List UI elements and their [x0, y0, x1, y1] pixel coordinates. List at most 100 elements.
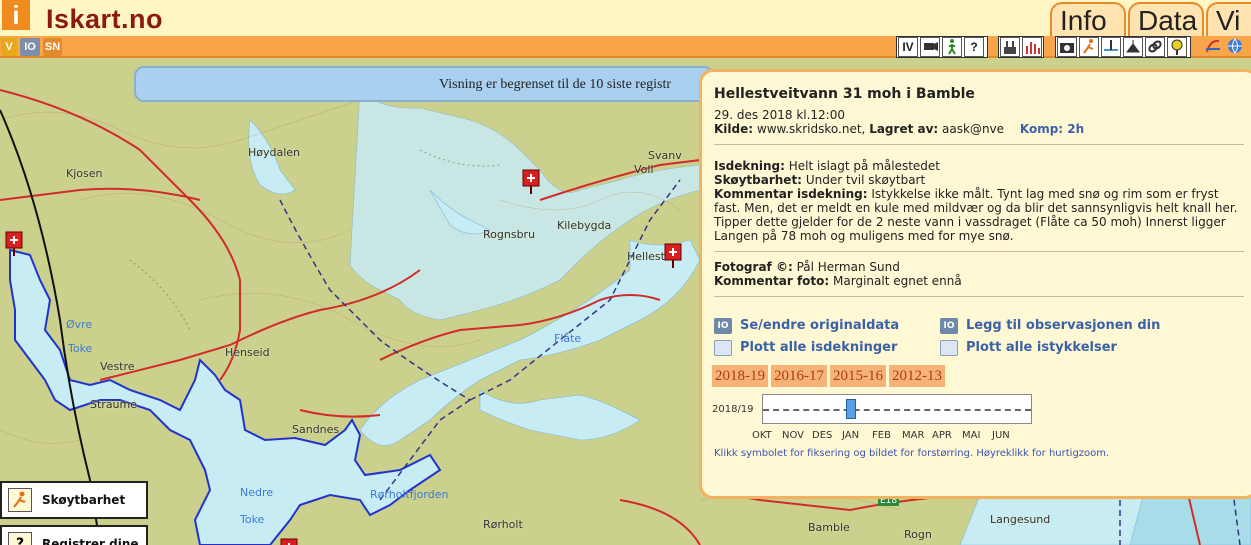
help-button[interactable]: ? [964, 37, 984, 57]
water-label: Flåte [554, 332, 582, 345]
ice-cover-value: Helt islagt på målestedet [788, 159, 940, 173]
place-label: Sandnes [292, 423, 340, 436]
timeline-month-label: MAR [902, 430, 925, 441]
bar-chart-icon[interactable] [1022, 37, 1042, 57]
observation-marker-icon[interactable] [280, 538, 298, 545]
splash-icon[interactable] [1123, 37, 1143, 57]
timeline-month-label: JAN [842, 430, 860, 441]
observation-marker-icon[interactable] [664, 243, 682, 269]
skater-icon[interactable] [1079, 37, 1099, 57]
ice-drill-icon[interactable] [1101, 37, 1121, 57]
place-label: Langesund [990, 513, 1051, 526]
site-title[interactable]: Iskart.no [46, 4, 163, 35]
chart-icon[interactable] [940, 340, 958, 356]
io-icon[interactable]: IO [940, 318, 958, 334]
skater-icon [8, 488, 32, 512]
plot-thickness-link[interactable]: Plott alle istykkelser [966, 340, 1117, 355]
camera-flag-icon[interactable] [920, 37, 940, 57]
place-label: Bamble [808, 521, 850, 534]
season-button[interactable]: 2016-17 [771, 365, 827, 387]
plot-ice-cover-link[interactable]: Plott alle isdekninger [740, 340, 897, 355]
timeline-row-label: 2018/19 [712, 404, 754, 415]
popup-title: Hellestveitvann 31 moh i Bamble [714, 86, 975, 102]
water-label: Toke [240, 513, 265, 526]
photographer-value: Pål Herman Sund [796, 260, 900, 274]
timeline-month-label: APR [932, 430, 952, 441]
observation-popup: Hellestveitvann 31 moh i Bamble 29. des … [699, 69, 1251, 499]
place-label: Høydalen [248, 146, 301, 159]
skateability-label: Skøytbarhet: [714, 173, 802, 187]
ice-cover-line: Isdekning: Helt islagt på målestedet [714, 159, 1244, 173]
photo-comment-label: Kommentar foto: [714, 274, 830, 288]
popup-footnote: Klikk symbolet for fiksering og bildet f… [714, 448, 1110, 459]
add-observation-link[interactable]: Legg til observasjonen din [966, 318, 1160, 333]
database-icon[interactable] [1000, 37, 1020, 57]
legend-label: Skøytbarhet [42, 493, 126, 507]
timeline-month-label: MAI [962, 430, 981, 441]
divider [714, 144, 1244, 145]
photo-comment-value: Marginalt egnet ennå [833, 274, 962, 288]
camera-icon[interactable] [1057, 37, 1077, 57]
water-label: Øvre [66, 318, 93, 331]
water-label: Toke [68, 342, 93, 355]
list-icon[interactable] [714, 340, 732, 356]
water-icon[interactable] [1203, 37, 1223, 57]
legend-label: Registrer dine [42, 537, 139, 545]
skateability-value: Under tvil skøytbart [805, 173, 926, 187]
io-icon[interactable]: IO [714, 318, 732, 334]
saved-by-value: aask@nve [942, 122, 1005, 136]
divider [714, 251, 1244, 252]
popup-date: 29. des 2018 kl.12:00 [714, 108, 845, 122]
photographer-label: Fotograf ©: [714, 260, 793, 274]
timeline-month-label: FEB [872, 430, 891, 441]
place-label: Hellest [627, 250, 665, 263]
water-label: Nedre [240, 486, 274, 499]
timeline-month-label: DES [812, 430, 833, 441]
source-value: www.skridsko.net, [756, 122, 866, 136]
source-label: Kilde: [714, 122, 754, 136]
season-button[interactable]: 2012-13 [889, 365, 945, 387]
logo-info-icon[interactable]: i [2, 0, 30, 30]
map-pin-icon[interactable] [1167, 37, 1187, 57]
link-icon[interactable] [1145, 37, 1165, 57]
place-label: Kjosen [66, 167, 103, 180]
limit-notice: Visning er begrenset til de 10 siste reg… [134, 66, 714, 102]
place-label: Voll [634, 163, 654, 176]
observation-marker-icon[interactable] [5, 231, 23, 257]
season-button[interactable]: 2018-19 [712, 365, 768, 387]
globe-icon[interactable] [1225, 37, 1245, 57]
photo-comment-line: Kommentar foto: Marginalt egnet ennå [714, 274, 1244, 288]
popup-source-line: Kilde: www.skridsko.net, Lagret av: aask… [714, 122, 1244, 136]
saved-by-label: Lagret av: [869, 122, 939, 136]
timeline-month-label: OKT [752, 430, 772, 441]
legend-skateability[interactable]: Skøytbarhet [0, 481, 148, 519]
komp-value: Komp: 2h [1019, 122, 1085, 136]
observation-marker-icon[interactable] [522, 169, 540, 195]
iv-tool-button[interactable]: IV [898, 37, 918, 57]
timeline-dash [763, 409, 1031, 411]
ice-comment-line: Kommentar isdekning: Istykkelse ikke mål… [714, 187, 1246, 243]
timeline-track[interactable] [762, 394, 1032, 424]
place-label: Rørholt [483, 518, 523, 531]
v-button[interactable]: V [1, 38, 17, 56]
water-label: Rørholtfjorden [370, 488, 449, 501]
question-icon: ? [8, 532, 32, 545]
place-label: Rognsbru [483, 228, 536, 241]
place-label: Svanv [648, 149, 682, 162]
walker-icon[interactable] [942, 37, 962, 57]
skateability-line: Skøytbarhet: Under tvil skøytbart [714, 173, 1244, 187]
ice-cover-label: Isdekning: [714, 159, 785, 173]
ice-comment-label: Kommentar isdekning: [714, 187, 868, 201]
place-label: Kilebygda [557, 219, 612, 232]
timeline-month-label: NOV [782, 430, 805, 441]
photographer-line: Fotograf ©: Pål Herman Sund [714, 260, 1244, 274]
divider [714, 296, 1244, 297]
place-label: Straume [90, 398, 138, 411]
place-label: Vestre [100, 360, 135, 373]
sn-button[interactable]: SN [43, 38, 62, 56]
legend-register[interactable]: ? Registrer dine [0, 525, 148, 545]
edit-original-link[interactable]: Se/endre originaldata [740, 318, 899, 333]
timeline-marker[interactable] [846, 399, 856, 419]
io-button[interactable]: IO [20, 38, 40, 56]
season-button[interactable]: 2015-16 [830, 365, 886, 387]
